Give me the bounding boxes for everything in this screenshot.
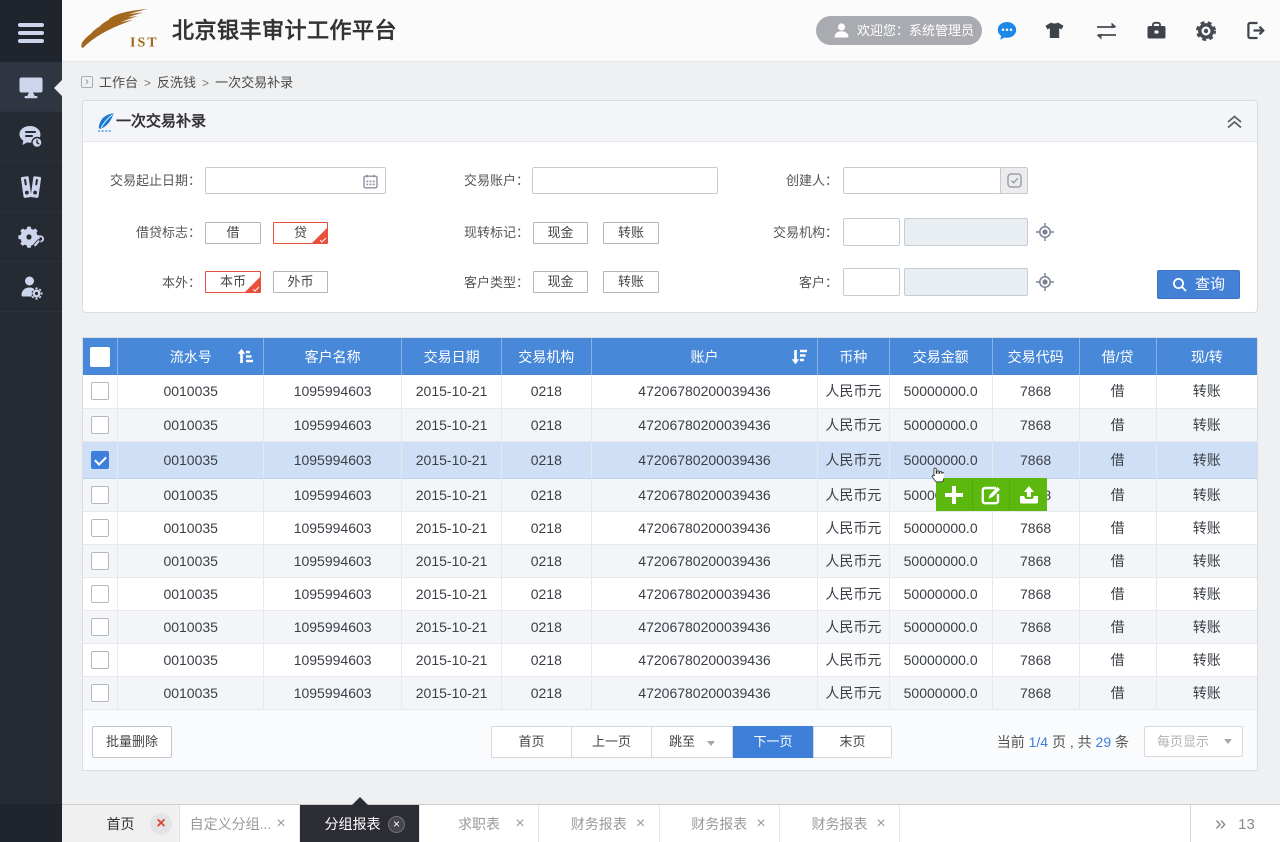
svg-text:IST: IST <box>130 36 159 50</box>
